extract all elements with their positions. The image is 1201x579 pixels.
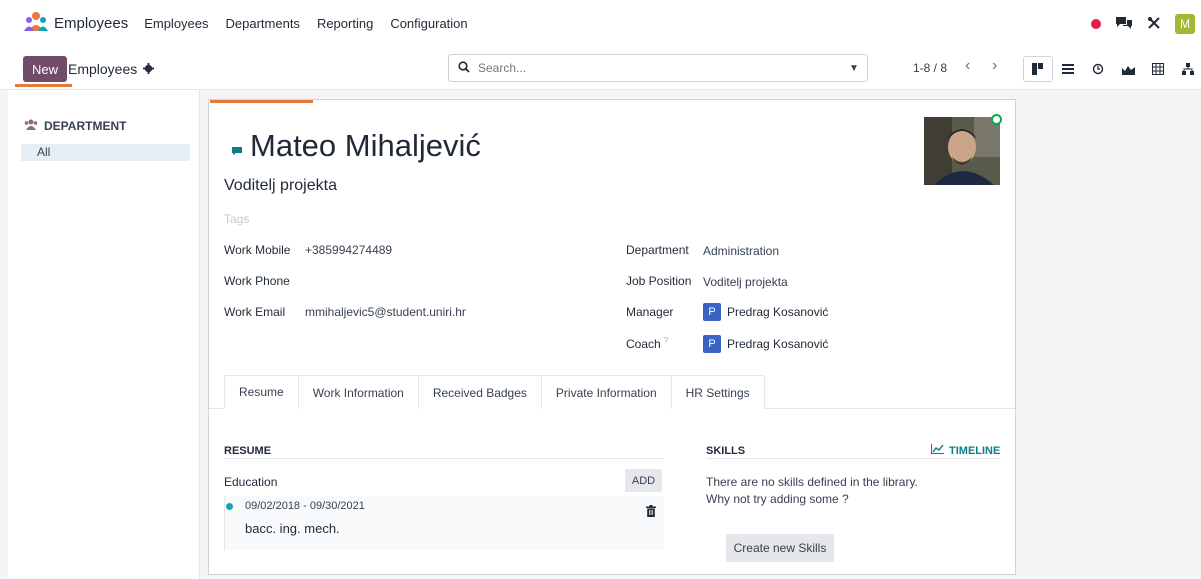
new-button-underline — [15, 84, 72, 87]
tab-received-badges[interactable]: Received Badges — [417, 375, 542, 409]
resume-line-name: bacc. ing. mech. — [245, 521, 340, 536]
new-button[interactable]: New — [23, 56, 68, 82]
skills-section-title: SKILLS — [706, 445, 746, 457]
record-loading-bar — [210, 100, 313, 103]
chat-icon[interactable] — [1115, 16, 1133, 33]
trash-icon[interactable] — [646, 505, 656, 520]
create-new-skills-button[interactable]: Create new Skills — [726, 534, 834, 562]
tab-resume[interactable]: Resume — [224, 375, 299, 409]
work-phone-value[interactable] — [305, 274, 485, 289]
tab-private-information[interactable]: Private Information — [540, 375, 672, 409]
add-resume-line-button[interactable]: ADD — [625, 469, 662, 492]
department-sidebar: DEPARTMENT All — [8, 90, 200, 579]
manager-label: Manager — [626, 305, 674, 319]
manager-avatar: P — [703, 303, 721, 321]
pager-next-icon[interactable]: › — [992, 57, 997, 75]
sidebar-title-text: DEPARTMENT — [44, 119, 127, 133]
work-mobile-value[interactable]: +385994274489 — [305, 243, 392, 257]
employee-record-card: Mateo Mihaljević Voditelj projekta Tags … — [208, 99, 1016, 575]
skills-empty-line2: Why not try adding some ? — [706, 492, 849, 506]
activity-view-icon[interactable] — [1083, 56, 1113, 82]
users-icon — [24, 119, 38, 133]
department-label: Department — [626, 243, 689, 257]
resume-section-title: RESUME — [224, 445, 272, 457]
chat-bubble-icon[interactable] — [231, 128, 243, 164]
work-email-label: Work Email — [224, 305, 286, 319]
employee-name-row: Mateo Mihaljević — [231, 128, 481, 164]
tab-work-information[interactable]: Work Information — [297, 375, 419, 409]
job-position-label: Job Position — [626, 274, 692, 288]
search-icon — [458, 60, 470, 76]
hierarchy-view-icon[interactable] — [1173, 56, 1201, 82]
presence-status-icon — [991, 114, 1002, 125]
tags-field[interactable]: Tags — [224, 212, 249, 226]
manager-value[interactable]: Predrag Kosanović — [727, 305, 828, 319]
timeline-label: TIMELINE — [949, 444, 1001, 457]
control-panel: New Employees ▼ 1-8 / 8 ‹ › — [0, 48, 1201, 88]
work-phone-label: Work Phone — [224, 274, 290, 288]
coach-avatar: P — [703, 335, 721, 353]
employees-app-icon[interactable] — [24, 11, 48, 35]
caret-down-icon: ▼ — [849, 62, 859, 74]
tab-hr-settings[interactable]: HR Settings — [670, 375, 765, 409]
breadcrumb: Employees — [68, 61, 155, 77]
pager-previous-icon[interactable]: ‹ — [965, 57, 970, 75]
kanban-view-icon[interactable] — [1023, 56, 1053, 82]
timeline-dot-icon — [226, 503, 233, 510]
coach-label-text: Coach — [626, 337, 661, 351]
sidebar-title: DEPARTMENT — [24, 119, 126, 133]
menu-reporting[interactable]: Reporting — [317, 16, 373, 31]
tools-icon[interactable] — [1147, 16, 1161, 33]
gear-icon[interactable] — [143, 61, 155, 77]
pivot-view-icon[interactable] — [1143, 56, 1173, 82]
view-switcher — [1023, 56, 1201, 82]
coach-value[interactable]: Predrag Kosanović — [727, 337, 828, 351]
notebook-tabs: Resume Work Information Received Badges … — [224, 375, 765, 409]
graph-view-icon[interactable] — [1113, 56, 1143, 82]
work-mobile-label: Work Mobile — [224, 243, 291, 257]
skills-empty-line1: There are no skills defined in the libra… — [706, 475, 918, 489]
coach-label: Coach? — [626, 336, 668, 351]
search-input[interactable] — [478, 61, 841, 75]
employee-job-title[interactable]: Voditelj projekta — [224, 177, 337, 195]
help-icon[interactable]: ? — [664, 336, 668, 345]
menu-departments[interactable]: Departments — [226, 16, 300, 31]
skills-empty-message: There are no skills defined in the libra… — [706, 474, 966, 508]
menu-configuration[interactable]: Configuration — [390, 16, 467, 31]
skills-divider — [706, 458, 1001, 459]
breadcrumb-title[interactable]: Employees — [68, 61, 137, 77]
coach-field[interactable]: P Predrag Kosanović — [703, 335, 828, 353]
search-options-toggle[interactable]: ▼ — [841, 55, 867, 81]
employee-name[interactable]: Mateo Mihaljević — [250, 128, 481, 164]
user-avatar[interactable]: M — [1175, 14, 1195, 34]
menu-employees[interactable]: Employees — [144, 16, 208, 31]
employee-photo[interactable] — [924, 117, 1000, 185]
search-bar: ▼ — [448, 54, 868, 82]
top-navbar: Employees Employees Departments Reportin… — [0, 0, 1201, 48]
department-value[interactable]: Administration — [703, 244, 779, 258]
manager-field[interactable]: P Predrag Kosanović — [703, 303, 828, 321]
education-label: Education — [224, 475, 278, 489]
recording-indicator-icon[interactable] — [1091, 19, 1101, 29]
pager-value[interactable]: 1-8 / 8 — [913, 61, 947, 75]
timeline-button[interactable]: TIMELINE — [931, 444, 1000, 457]
app-name[interactable]: Employees — [54, 15, 128, 32]
resume-divider — [224, 458, 664, 459]
work-email-value[interactable]: mmihaljevic5@student.uniri.hr — [305, 305, 466, 319]
line-chart-icon — [931, 444, 944, 457]
job-position-value[interactable]: Voditelj projekta — [703, 275, 788, 289]
sidebar-item-all[interactable]: All — [21, 144, 190, 161]
list-view-icon[interactable] — [1053, 56, 1083, 82]
resume-line-date: 09/02/2018 - 09/30/2021 — [245, 500, 365, 512]
